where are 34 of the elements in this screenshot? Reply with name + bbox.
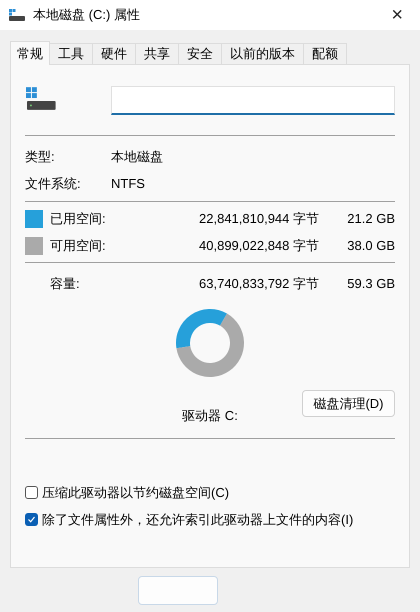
- checkbox[interactable]: [25, 513, 38, 526]
- space-label: 已用空间:: [50, 210, 107, 228]
- name-field[interactable]: [110, 86, 395, 114]
- tab[interactable]: 共享: [136, 43, 179, 64]
- tab[interactable]: 配额: [304, 43, 347, 64]
- option-label: 除了文件属性外，还允许索引此驱动器上文件的内容(I): [42, 510, 354, 529]
- tab[interactable]: 安全: [179, 43, 222, 64]
- tab[interactable]: 以前的版本: [222, 43, 304, 64]
- tab[interactable]: 常规: [10, 41, 50, 65]
- field-value: NTFS: [111, 174, 145, 193]
- disk-cleanup-button[interactable]: 磁盘清理(D): [302, 390, 395, 417]
- space-label: 可用空间:: [50, 236, 107, 255]
- window-title: 本地磁盘 (C:) 属性: [33, 6, 141, 24]
- tab[interactable]: 硬件: [93, 43, 136, 64]
- size-value: 38.0 GB: [346, 236, 395, 255]
- space-label: 容量:: [50, 275, 81, 294]
- drive-label: 驱动器 C:: [182, 406, 238, 424]
- drive-icon: [9, 9, 25, 21]
- check-icon: [27, 515, 36, 524]
- field-value: 本地磁盘: [111, 148, 163, 166]
- field-label: 类型:: [25, 148, 56, 166]
- size-value: 21.2 GB: [346, 210, 395, 228]
- tab[interactable]: 工具: [50, 43, 93, 64]
- close-button[interactable]: ×: [383, 5, 411, 25]
- size-value: 59.3 GB: [346, 275, 395, 294]
- byte-count: 40,899,022,848 字节: [198, 236, 319, 255]
- option-label: 压缩此驱动器以节约磁盘空间(C): [42, 484, 230, 502]
- byte-count: 22,841,810,944 字节: [198, 210, 319, 228]
- donut-slice: [176, 309, 227, 348]
- usage-donut: [175, 308, 245, 378]
- drive-icon: [26, 87, 56, 113]
- byte-count: 63,740,833,792 字节: [198, 275, 319, 294]
- field-label: 文件系统:: [25, 174, 82, 193]
- checkbox[interactable]: [25, 486, 38, 499]
